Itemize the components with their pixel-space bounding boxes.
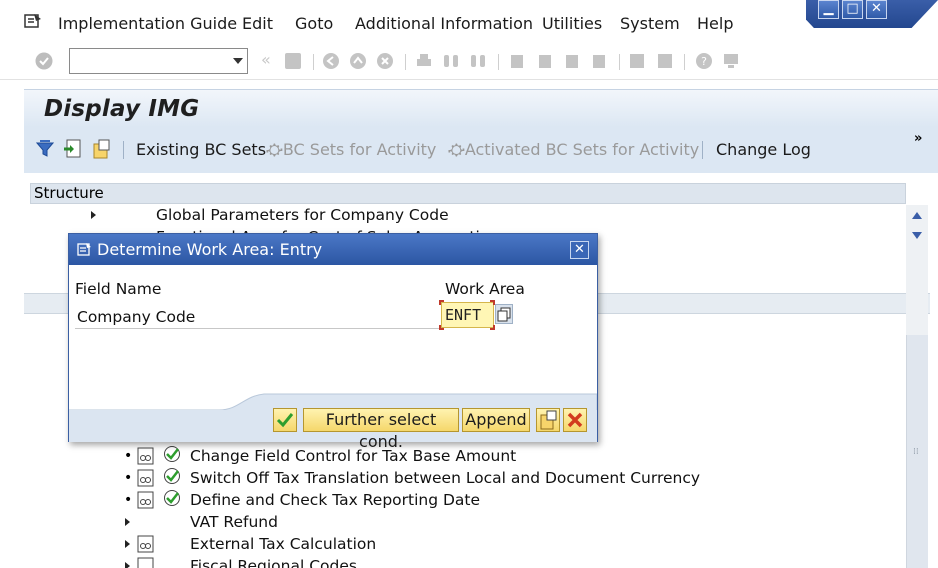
menu-help[interactable]: Help — [697, 14, 733, 33]
bullet-icon: • — [124, 470, 133, 486]
tree-node[interactable]: External Tax Calculation — [190, 535, 376, 553]
bc-sets-for-activity-button[interactable]: ⛮BC Sets for Activity — [266, 140, 436, 160]
save-icon[interactable] — [284, 52, 302, 70]
documentation-icon[interactable] — [137, 557, 154, 568]
tree-node[interactable]: Switch Off Tax Translation between Local… — [190, 469, 700, 487]
company-code-input[interactable]: ENFT — [441, 302, 494, 328]
customize-layout-icon[interactable] — [722, 52, 740, 70]
structure-header: Structure — [30, 183, 906, 204]
chevron-down-icon[interactable] — [233, 58, 243, 64]
svg-text:?: ? — [701, 55, 707, 68]
dialog-titlebar: Determine Work Area: Entry ✕ — [69, 234, 597, 265]
activated-bc-sets-button[interactable]: ⛮Activated BC Sets for Activity — [448, 140, 699, 160]
previous-page-icon[interactable] — [536, 52, 554, 70]
bc-set-icon: ⛮ — [448, 140, 465, 159]
scroll-thumb[interactable]: ⁞⁞ — [906, 335, 928, 568]
menu-additional-information[interactable]: Additional Information — [355, 14, 533, 33]
where-used-icon[interactable] — [92, 139, 111, 159]
tree-node[interactable]: Global Parameters for Company Code — [156, 206, 449, 224]
tree-node[interactable]: Change Field Control for Tax Base Amount — [190, 447, 516, 465]
find-next-icon[interactable] — [469, 52, 487, 70]
exit-icon[interactable] — [349, 52, 367, 70]
shortcut-icon[interactable] — [656, 52, 674, 70]
menu-icon[interactable] — [24, 13, 42, 29]
more-icon[interactable]: » — [914, 131, 922, 146]
cancel-icon[interactable] — [376, 52, 394, 70]
title-bar: Display IMG — [24, 89, 938, 127]
menu-utilities[interactable]: Utilities — [542, 14, 602, 33]
tree-node[interactable]: Fiscal Regional Codes — [190, 557, 357, 568]
company-code-label: Company Code — [77, 308, 196, 326]
new-session-icon[interactable] — [628, 52, 646, 70]
grip-icon: ⁞⁞ — [913, 447, 919, 457]
documentation-icon[interactable] — [137, 469, 154, 487]
vertical-scrollbar[interactable]: ⁞⁞ — [906, 205, 928, 568]
find-icon[interactable] — [442, 52, 460, 70]
command-field[interactable] — [69, 48, 248, 74]
work-area-header: Work Area — [445, 280, 525, 298]
dialog-menu-icon[interactable] — [77, 242, 92, 256]
menu-system[interactable]: System — [620, 14, 680, 33]
documentation-icon[interactable] — [137, 447, 154, 465]
application-toolbar: Existing BC Sets ⛮BC Sets for Activity ⛮… — [24, 127, 938, 173]
scroll-down-icon[interactable] — [912, 232, 922, 239]
work-area-dialog: Determine Work Area: Entry ✕ Field Name … — [68, 233, 598, 451]
help-icon[interactable]: ? — [695, 52, 713, 70]
dialog-footer: Further select cond. Append — [69, 408, 597, 451]
bullet-icon: • — [124, 492, 133, 508]
scroll-up-icon[interactable] — [912, 212, 922, 219]
standard-toolbar: « ? — [0, 44, 938, 80]
change-log-button[interactable]: Change Log — [716, 140, 811, 159]
next-page-icon[interactable] — [563, 52, 581, 70]
field-name-header: Field Name — [75, 280, 162, 298]
close-icon[interactable]: ✕ — [866, 0, 887, 19]
append-button[interactable]: Append — [462, 408, 530, 432]
menu-edit[interactable]: Edit — [242, 14, 273, 33]
execute-clock-icon[interactable] — [163, 445, 181, 463]
import-icon[interactable] — [63, 139, 82, 159]
tree-node[interactable]: VAT Refund — [190, 513, 278, 531]
maximize-icon[interactable]: □ — [842, 0, 863, 19]
menu-goto[interactable]: Goto — [295, 14, 333, 33]
execute-clock-icon[interactable] — [163, 467, 181, 485]
print-icon[interactable] — [415, 52, 433, 70]
first-page-icon[interactable] — [508, 52, 526, 70]
double-arrow-icon: « — [261, 50, 271, 69]
existing-bc-sets-button[interactable]: Existing BC Sets — [136, 140, 266, 159]
bc-set-icon: ⛮ — [266, 140, 283, 159]
documentation-icon[interactable] — [137, 535, 154, 553]
close-icon[interactable]: ✕ — [570, 241, 589, 259]
menu-bar: Implementation Guide Edit Goto Additiona… — [0, 0, 938, 44]
expand-arrow-icon[interactable] — [125, 562, 130, 568]
documentation-icon[interactable] — [137, 491, 154, 509]
menu-implementation-guide[interactable]: Implementation Guide — [58, 14, 237, 33]
further-select-cond-button[interactable]: Further select cond. — [303, 408, 459, 451]
filter-icon[interactable] — [36, 140, 54, 158]
page-title: Display IMG — [44, 96, 200, 122]
minimize-icon[interactable]: ▁ — [818, 0, 839, 19]
expand-arrow-icon[interactable] — [125, 540, 130, 548]
back-icon[interactable] — [322, 52, 340, 70]
multiple-selection-icon[interactable] — [495, 304, 513, 324]
dialog-title: Determine Work Area: Entry — [97, 240, 323, 259]
divider — [75, 328, 441, 329]
import-clipboard-icon[interactable] — [536, 408, 560, 432]
bullet-icon: • — [124, 448, 133, 464]
enter-checkmark-icon[interactable] — [35, 52, 53, 70]
last-page-icon[interactable] — [590, 52, 608, 70]
execute-clock-icon[interactable] — [163, 489, 181, 507]
tree-node[interactable]: Define and Check Tax Reporting Date — [190, 491, 480, 509]
expand-arrow-icon[interactable] — [125, 518, 130, 526]
expand-arrow-icon[interactable] — [91, 211, 96, 219]
cancel-icon[interactable] — [563, 408, 587, 432]
continue-checkmark-icon[interactable] — [273, 408, 297, 432]
